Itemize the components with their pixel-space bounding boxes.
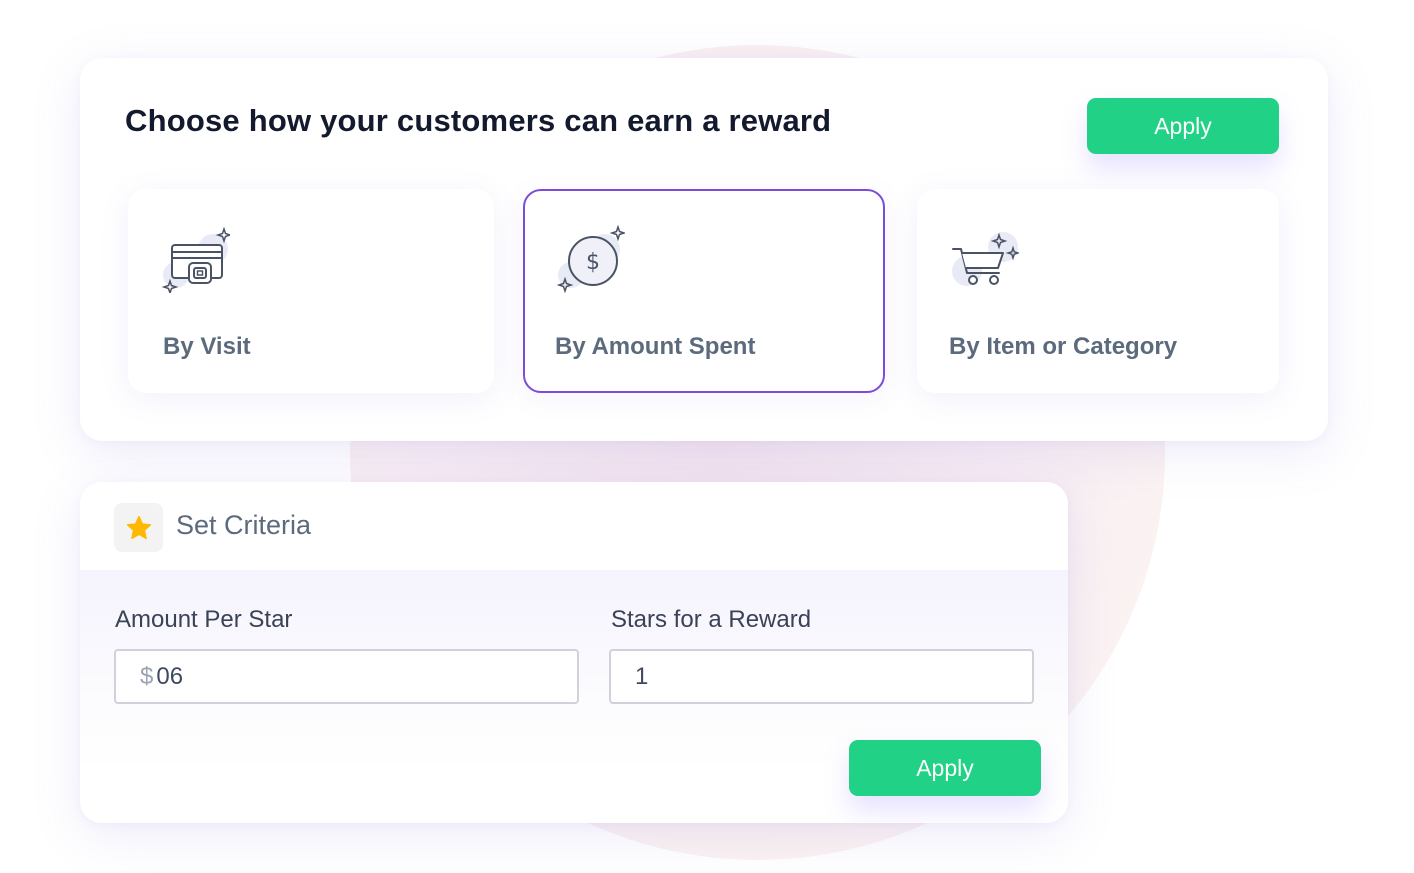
option-label: By Visit bbox=[163, 333, 251, 360]
option-label: By Item or Category bbox=[949, 333, 1178, 360]
currency-symbol: $ bbox=[140, 662, 154, 690]
option-by-visit[interactable]: By Visit bbox=[128, 189, 494, 393]
star-icon bbox=[114, 503, 163, 552]
set-criteria-panel: Set Criteria Amount Per Star $ Stars for… bbox=[80, 482, 1068, 823]
option-by-amount-spent[interactable]: $ By Amount Spent bbox=[523, 189, 885, 393]
apply-method-button[interactable]: Apply bbox=[1087, 98, 1279, 154]
credit-card-icon bbox=[160, 223, 233, 296]
reward-method-panel: Choose how your customers can earn a rew… bbox=[80, 58, 1328, 441]
option-label: By Amount Spent bbox=[555, 333, 756, 360]
stars-for-reward-field[interactable] bbox=[609, 649, 1034, 704]
amount-per-star-input[interactable] bbox=[156, 662, 528, 691]
svg-text:$: $ bbox=[586, 250, 600, 275]
stars-for-reward-label: Stars for a Reward bbox=[611, 606, 812, 633]
criteria-header: Set Criteria bbox=[80, 482, 1068, 570]
amount-per-star-label: Amount Per Star bbox=[115, 606, 293, 633]
apply-criteria-button[interactable]: Apply bbox=[849, 740, 1041, 796]
stars-for-reward-input[interactable] bbox=[635, 662, 973, 691]
page-title: Choose how your customers can earn a rew… bbox=[125, 103, 832, 138]
option-by-item-or-category[interactable]: By Item or Category bbox=[917, 189, 1279, 393]
amount-per-star-field[interactable]: $ bbox=[114, 649, 579, 704]
criteria-title: Set Criteria bbox=[176, 510, 312, 540]
shopping-cart-icon bbox=[949, 223, 1021, 293]
dollar-coin-icon: $ bbox=[555, 223, 627, 294]
